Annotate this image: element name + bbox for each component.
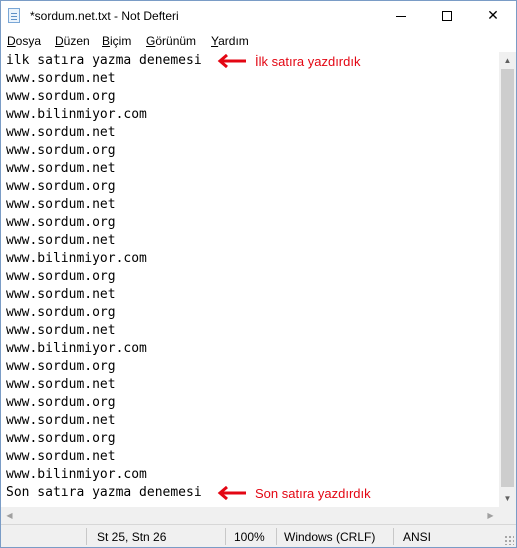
status-encoding: ANSI bbox=[403, 530, 432, 544]
text-line: www.sordum.net bbox=[6, 323, 116, 338]
text-line: www.bilinmiyor.com bbox=[6, 251, 147, 266]
horizontal-scrollbar[interactable]: ◀ ▶ bbox=[1, 507, 499, 524]
maximize-icon bbox=[442, 11, 452, 21]
minimize-icon bbox=[396, 15, 406, 17]
scrollbar-corner bbox=[499, 507, 516, 524]
close-icon: ✕ bbox=[487, 8, 499, 24]
menu-bar: Dosya Düzen Biçim Görünüm Yardım bbox=[1, 31, 516, 51]
text-line: www.sordum.org bbox=[6, 179, 116, 194]
text-line: www.sordum.net bbox=[6, 377, 116, 392]
text-line: www.sordum.org bbox=[6, 215, 116, 230]
menu-bicim[interactable]: Biçim bbox=[102, 34, 131, 48]
text-line: ilk satıra yazma denemesi bbox=[6, 53, 202, 68]
close-button[interactable]: ✕ bbox=[470, 1, 516, 31]
text-line: www.sordum.net bbox=[6, 197, 116, 212]
vertical-scroll-thumb[interactable] bbox=[501, 69, 514, 487]
status-zoom: 100% bbox=[234, 530, 265, 544]
minimize-button[interactable] bbox=[378, 1, 424, 31]
text-line: www.sordum.net bbox=[6, 287, 116, 302]
menu-dosya[interactable]: Dosya bbox=[7, 34, 41, 48]
annotation-last-text: Son satıra yazdırdık bbox=[255, 485, 371, 501]
scroll-left-icon[interactable]: ◀ bbox=[1, 507, 18, 524]
status-separator bbox=[86, 528, 87, 545]
red-arrow-left-icon bbox=[217, 486, 246, 500]
window-title: *sordum.net.txt - Not Defteri bbox=[30, 9, 179, 23]
text-line: www.sordum.net bbox=[6, 161, 116, 176]
scroll-down-icon[interactable]: ▼ bbox=[499, 490, 516, 507]
text-line: www.bilinmiyor.com bbox=[6, 467, 147, 482]
text-line: www.sordum.net bbox=[6, 413, 116, 428]
resize-grip-icon[interactable] bbox=[504, 535, 514, 545]
annotation-first-text: İlk satıra yazdırdık bbox=[255, 53, 361, 69]
status-cursor-position: St 25, Stn 26 bbox=[97, 530, 167, 544]
text-line: www.sordum.org bbox=[6, 431, 116, 446]
text-line: www.sordum.net bbox=[6, 233, 116, 248]
vertical-scrollbar[interactable]: ▲ ▼ bbox=[499, 52, 516, 507]
text-line: www.sordum.org bbox=[6, 305, 116, 320]
scroll-up-icon[interactable]: ▲ bbox=[499, 52, 516, 69]
text-line: www.sordum.org bbox=[6, 395, 116, 410]
text-line: www.bilinmiyor.com bbox=[6, 341, 147, 356]
notepad-window: *sordum.net.txt - Not Defteri ✕ Dosya Dü… bbox=[0, 0, 517, 548]
annotation-last-line: Son satıra yazdırdık bbox=[217, 484, 371, 502]
status-separator bbox=[393, 528, 394, 545]
text-line: www.sordum.net bbox=[6, 449, 116, 464]
annotation-first-line: İlk satıra yazdırdık bbox=[217, 52, 360, 70]
status-separator bbox=[225, 528, 226, 545]
text-line: Son satıra yazma denemesi bbox=[6, 485, 202, 500]
notepad-icon[interactable] bbox=[8, 8, 20, 23]
scroll-right-icon[interactable]: ▶ bbox=[482, 507, 499, 524]
menu-yardim[interactable]: Yardım bbox=[211, 34, 249, 48]
menu-gorunum[interactable]: Görünüm bbox=[146, 34, 196, 48]
red-arrow-left-icon bbox=[217, 54, 246, 68]
text-line: www.sordum.org bbox=[6, 269, 116, 284]
menu-duzen[interactable]: Düzen bbox=[55, 34, 90, 48]
text-line: www.bilinmiyor.com bbox=[6, 107, 147, 122]
title-bar[interactable]: *sordum.net.txt - Not Defteri ✕ bbox=[1, 1, 516, 31]
text-line: www.sordum.org bbox=[6, 359, 116, 374]
maximize-button[interactable] bbox=[424, 1, 470, 31]
status-bar: St 25, Stn 26 100% Windows (CRLF) ANSI bbox=[1, 524, 516, 547]
text-line: www.sordum.net bbox=[6, 71, 116, 86]
status-line-endings: Windows (CRLF) bbox=[284, 530, 376, 544]
text-editor[interactable]: ilk satıra yazma denemesi www.sordum.net… bbox=[1, 52, 499, 507]
text-line: www.sordum.net bbox=[6, 125, 116, 140]
status-separator bbox=[276, 528, 277, 545]
text-line: www.sordum.org bbox=[6, 143, 116, 158]
text-line: www.sordum.org bbox=[6, 89, 116, 104]
